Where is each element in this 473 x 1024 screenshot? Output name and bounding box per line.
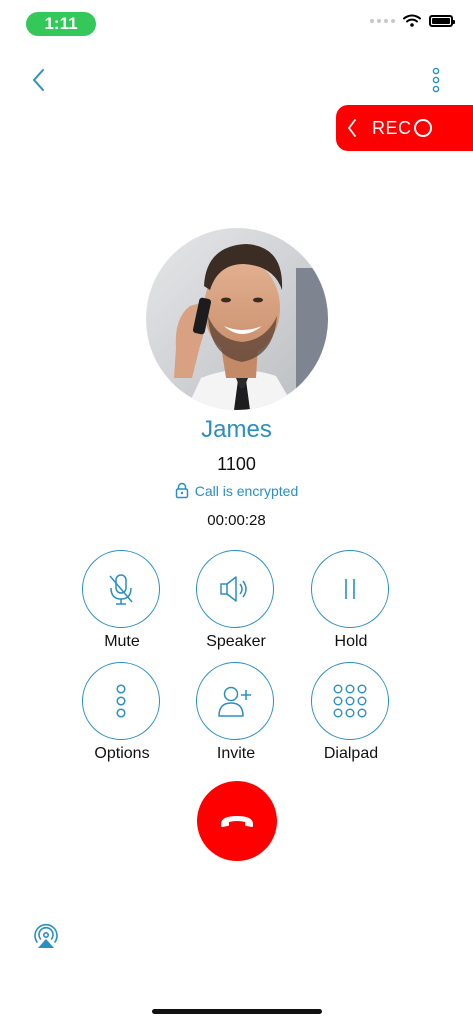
speaker-button[interactable] <box>196 550 274 628</box>
mic-off-icon <box>109 574 133 605</box>
home-indicator[interactable] <box>152 1009 322 1014</box>
airplay-button[interactable] <box>31 921 61 951</box>
options-label: Options <box>94 745 150 762</box>
cellular-signal-icon <box>370 18 395 23</box>
pause-icon <box>345 579 355 599</box>
dialpad-icon <box>333 684 367 718</box>
mute-label: Mute <box>104 633 140 650</box>
phone-hangup-icon <box>221 816 253 827</box>
invite-label: Invite <box>216 745 256 762</box>
dialpad-button[interactable] <box>311 662 389 740</box>
status-indicators <box>370 14 455 27</box>
lock-icon <box>175 482 188 499</box>
add-user-icon <box>218 686 251 717</box>
record-circle-icon <box>413 119 432 137</box>
record-button[interactable]: REC <box>336 105 473 151</box>
avatar <box>146 228 328 410</box>
encryption-label: Call is encrypted <box>194 482 299 499</box>
chevron-left-icon <box>33 69 44 91</box>
speaker-label: Speaker <box>206 633 266 650</box>
speaker-icon <box>220 576 247 602</box>
hangup-button[interactable] <box>197 781 277 861</box>
battery-icon <box>429 14 455 27</box>
caller-name: James <box>201 416 272 443</box>
hold-button[interactable] <box>311 550 389 628</box>
dots-vertical-icon <box>116 684 126 718</box>
chevron-left-icon <box>344 118 360 138</box>
hold-label: Hold <box>334 633 368 650</box>
more-vertical-icon <box>432 67 440 93</box>
mute-button[interactable] <box>82 550 160 628</box>
invite-button[interactable] <box>196 662 274 740</box>
call-duration: 00:00:28 <box>207 512 266 529</box>
status-time: 1:11 <box>26 12 96 36</box>
record-label: REC <box>372 117 412 138</box>
back-button[interactable] <box>24 64 52 96</box>
options-button[interactable] <box>82 662 160 740</box>
airplay-icon <box>34 923 58 948</box>
dialpad-label: Dialpad <box>323 745 379 762</box>
wifi-icon <box>403 14 421 27</box>
more-options-button[interactable] <box>424 64 448 96</box>
caller-number: 1100 <box>217 454 256 474</box>
encryption-status: Call is encrypted <box>0 482 473 499</box>
